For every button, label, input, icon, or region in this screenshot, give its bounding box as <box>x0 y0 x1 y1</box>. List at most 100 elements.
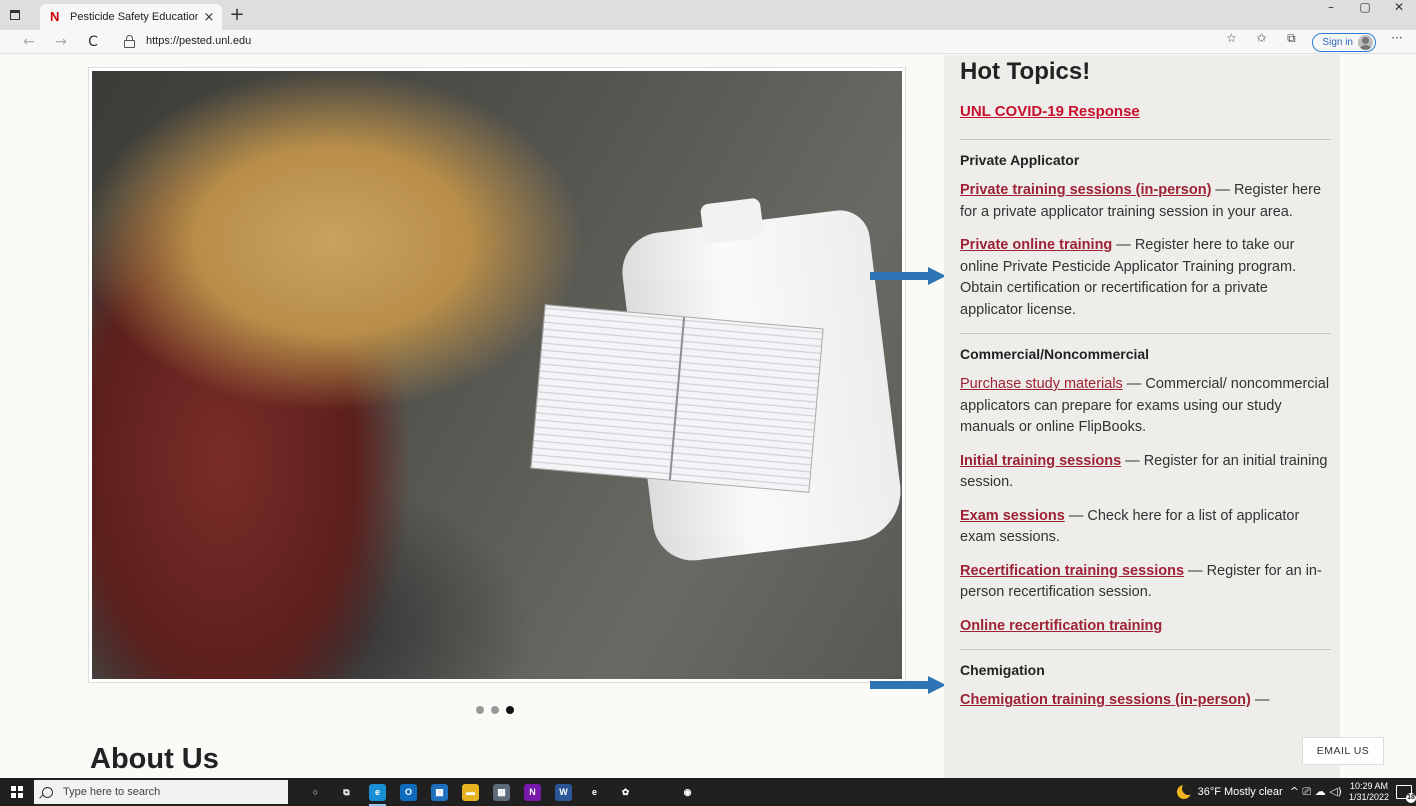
taskbar-app-app-colorful[interactable]: ✿ <box>610 778 641 806</box>
email-us-button[interactable]: EMAIL US <box>1302 737 1384 765</box>
carousel-dot[interactable] <box>476 706 484 714</box>
blank-icon <box>648 784 665 801</box>
carousel-dot[interactable] <box>506 706 514 714</box>
topic-item: Initial training sessions — Register for… <box>960 451 1331 494</box>
more-menu-icon[interactable]: ··· <box>1384 31 1410 53</box>
back-icon[interactable]: ← <box>18 32 40 52</box>
internet-explorer-icon: e <box>591 787 597 797</box>
topic-item: Private training sessions (in-person) — … <box>960 180 1331 223</box>
forward-icon[interactable]: → <box>50 32 72 52</box>
browser-tab-bar: N Pesticide Safety Education Progr × + –… <box>0 0 1416 30</box>
sign-in-button[interactable]: Sign in <box>1312 32 1376 52</box>
hot-topics-title: Hot Topics! <box>960 58 1091 85</box>
purchase-study-materials-link[interactable]: Purchase study materials <box>960 376 1123 392</box>
calendar-icon: ▦ <box>431 783 448 801</box>
weather-moon-icon[interactable] <box>1176 785 1191 799</box>
taskbar-app-blank[interactable] <box>641 778 672 806</box>
favorites-icon[interactable]: ✩ <box>1248 31 1274 53</box>
clock-date: 1/31/2022 <box>1348 792 1389 802</box>
divider <box>960 649 1331 650</box>
topic-item: Private online training — Register here … <box>960 235 1331 321</box>
tray-icons[interactable]: ^ ⎚ ☁ ◁) <box>1290 785 1342 799</box>
lock-icon[interactable] <box>124 35 135 48</box>
address-bar: ← → C https://pested.unl.edu ☆ ✩ ⧉ Sign … <box>0 30 1416 54</box>
tab-title: Pesticide Safety Education Progr <box>70 11 198 23</box>
pesticide-jug-cap-shape <box>699 197 765 245</box>
hero-carousel[interactable] <box>88 67 906 683</box>
chemigation-training-sessions-link[interactable]: Chemigation training sessions (in-person… <box>960 692 1251 708</box>
add-favorite-icon[interactable]: ☆ <box>1218 31 1244 53</box>
maximize-icon[interactable]: ▢ <box>1348 0 1382 30</box>
start-button[interactable] <box>0 778 34 806</box>
chemigation-heading: Chemigation <box>960 662 1045 678</box>
collections-icon[interactable]: ⧉ <box>1278 31 1304 53</box>
windows-taskbar: Type here to search ○ ⧉ e O ▦ ▬ ▦ N We ✿ ◉ 36°F Mo… <box>0 778 1416 806</box>
app-colorful-icon: ✿ <box>621 786 630 797</box>
cortana-icon: ○ <box>312 787 319 797</box>
task-view-icon: ⧉ <box>343 786 350 797</box>
pesticide-label-booklet-shape <box>530 304 824 493</box>
topic-item: Online recertification training <box>960 616 1331 638</box>
divider <box>960 333 1331 334</box>
taskbar-app-cortana[interactable]: ○ <box>300 778 331 806</box>
close-window-icon[interactable]: ✕ <box>1382 0 1416 30</box>
taskbar-app-task-view[interactable]: ⧉ <box>331 778 362 806</box>
edge-icon: e <box>369 783 386 801</box>
url-input[interactable]: https://pested.unl.edu <box>146 35 251 47</box>
topic-item: Exam sessions — Check here for a list of… <box>960 506 1331 549</box>
windows-logo-icon <box>11 786 23 798</box>
word-icon: W <box>555 783 572 801</box>
recertification-training-sessions-link[interactable]: Recertification training sessions <box>960 563 1184 579</box>
topic-item: Chemigation training sessions (in-person… <box>960 690 1331 712</box>
tab-close-icon[interactable]: × <box>202 10 216 25</box>
onenote-icon: N <box>524 783 541 801</box>
chrome-icon: ◉ <box>683 786 692 797</box>
taskbar-app-calendar[interactable]: ▦ <box>424 778 455 806</box>
notification-icon[interactable]: 18 <box>1396 785 1416 803</box>
taskbar-apps: ○ ⧉ e O ▦ ▬ ▦ N We ✿ ◉ <box>300 778 703 806</box>
tab-actions-icon[interactable] <box>4 5 26 25</box>
hero-image <box>92 71 902 679</box>
window-controls: – ▢ ✕ <box>1314 0 1416 30</box>
taskbar-app-word[interactable]: W <box>548 778 579 806</box>
taskbar-search-input[interactable]: Type here to search <box>34 780 288 804</box>
system-tray: 36°F Mostly clear ^ ⎚ ☁ ◁) 10:29 AM 1/31… <box>1176 778 1416 806</box>
commercial-heading: Commercial/Noncommercial <box>960 346 1150 362</box>
taskbar-app-edge[interactable]: e <box>362 778 393 806</box>
carousel-indicators <box>476 706 514 714</box>
private-training-sessions-link[interactable]: Private training sessions (in-person) <box>960 182 1211 198</box>
taskbar-app-onenote[interactable]: N <box>517 778 548 806</box>
topic-description: — <box>1250 692 1270 708</box>
clock-time: 10:29 AM <box>1349 781 1388 791</box>
outlook-icon: O <box>400 783 417 801</box>
covid-response-link[interactable]: UNL COVID-19 Response <box>960 103 1331 123</box>
browser-tab[interactable]: N Pesticide Safety Education Progr × <box>40 4 222 30</box>
search-placeholder: Type here to search <box>63 786 161 798</box>
taskbar-app-internet-explorer[interactable]: e <box>579 778 610 806</box>
unl-favicon-icon: N <box>50 9 60 24</box>
avatar-icon <box>1358 34 1373 50</box>
online-recertification-training-link[interactable]: Online recertification training <box>960 618 1162 634</box>
taskbar-app-chrome[interactable]: ◉ <box>672 778 703 806</box>
taskbar-app-calculator[interactable]: ▦ <box>486 778 517 806</box>
taskbar-app-outlook[interactable]: O <box>393 778 424 806</box>
new-tab-button[interactable]: + <box>226 4 248 26</box>
minimize-icon[interactable]: – <box>1314 0 1348 30</box>
hot-topics-sidebar: Hot Topics! UNL COVID-19 Response Privat… <box>944 55 1340 778</box>
sign-in-label: Sign in <box>1322 36 1353 48</box>
carousel-dot[interactable] <box>491 706 499 714</box>
divider <box>960 139 1331 140</box>
clock[interactable]: 10:29 AM 1/31/2022 <box>1349 781 1389 803</box>
exam-sessions-link[interactable]: Exam sessions <box>960 508 1065 524</box>
private-online-training-link[interactable]: Private online training <box>960 237 1112 253</box>
weather-text[interactable]: 36°F Mostly clear <box>1198 786 1283 798</box>
about-us-heading: About Us <box>90 743 219 775</box>
reload-icon[interactable]: C <box>82 32 104 52</box>
taskbar-app-file-explorer[interactable]: ▬ <box>455 778 486 806</box>
private-applicator-heading: Private Applicator <box>960 152 1080 168</box>
notification-badge: 18 <box>1406 793 1416 803</box>
file-explorer-icon: ▬ <box>462 783 479 801</box>
annotation-arrow-online-recert <box>870 676 946 694</box>
browser-toolbar: ☆ ✩ ⧉ Sign in ··· <box>1218 31 1410 53</box>
initial-training-sessions-link[interactable]: Initial training sessions <box>960 453 1121 469</box>
